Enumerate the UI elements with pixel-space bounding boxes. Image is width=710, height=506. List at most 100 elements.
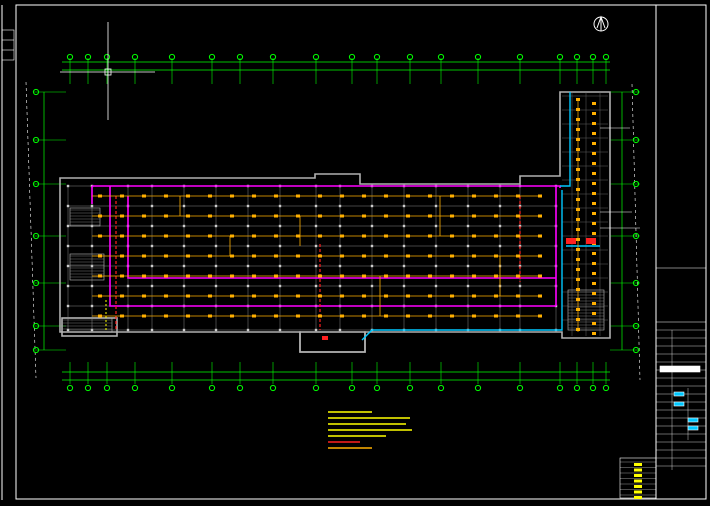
light-fixture [362,194,366,198]
light-fixture [592,142,596,145]
light-fixture [494,234,498,238]
legend-swatch [634,463,642,466]
light-fixture [516,294,520,298]
column-mark [90,304,94,308]
column-mark [182,224,186,228]
light-fixture [362,254,366,258]
light-fixture [406,194,410,198]
column-mark [246,264,250,268]
column-mark [518,284,522,288]
column-mark [402,224,406,228]
column-mark [314,284,318,288]
light-fixture [384,214,388,218]
light-fixture [592,122,596,125]
light-fixture [252,314,256,318]
column-mark [434,264,438,268]
light-fixture [406,254,410,258]
light-fixture [450,294,454,298]
light-fixture [274,294,278,298]
light-fixture [362,274,366,278]
light-fixture [230,294,234,298]
light-fixture [592,182,596,185]
light-fixture [208,194,212,198]
light-fixture [472,194,476,198]
column-mark [466,264,470,268]
column-mark [246,204,250,208]
light-fixture [428,274,432,278]
column-mark [126,328,130,332]
column-mark [402,244,406,248]
light-fixture [384,254,388,258]
light-fixture [516,274,520,278]
light-fixture [164,294,168,298]
light-fixture [230,254,234,258]
light-fixture [208,314,212,318]
light-fixture [98,294,102,298]
light-fixture [428,194,432,198]
light-fixture [428,294,432,298]
light-fixture [186,274,190,278]
column-mark [466,204,470,208]
light-fixture [516,254,520,258]
light-fixture [252,194,256,198]
light-fixture [516,214,520,218]
light-fixture [340,194,344,198]
legend-swatch [634,474,642,477]
light-fixture [296,254,300,258]
light-fixture [538,274,542,278]
light-fixture [120,234,124,238]
column-mark [66,204,70,208]
column-mark [214,264,218,268]
light-fixture [340,254,344,258]
light-fixture [340,274,344,278]
legend-swatch [634,468,642,472]
column-mark [338,328,342,332]
light-fixture [186,234,190,238]
column-mark [66,244,70,248]
light-fixture [592,152,596,155]
column-mark [182,204,186,208]
light-fixture [296,314,300,318]
light-fixture [428,254,432,258]
light-fixture [450,194,454,198]
column-mark [150,224,154,228]
column-mark [150,284,154,288]
light-fixture [592,332,596,335]
light-fixture [450,234,454,238]
light-fixture [538,254,542,258]
column-mark [150,204,154,208]
light-fixture [592,262,596,265]
light-fixture [120,314,124,318]
light-fixture [164,274,168,278]
light-fixture [592,312,596,315]
light-fixture [318,294,322,298]
light-fixture [406,294,410,298]
light-fixture [142,234,146,238]
cyan-stamp-mark [687,425,699,431]
column-mark [66,264,70,268]
light-fixture [592,202,596,205]
light-fixture [142,274,146,278]
column-mark [214,284,218,288]
light-fixture [318,214,322,218]
column-mark [370,284,374,288]
light-fixture [164,314,168,318]
light-fixture [318,194,322,198]
cad-drawing-canvas[interactable] [0,0,710,506]
column-mark [370,204,374,208]
light-fixture [538,314,542,318]
light-fixture [164,214,168,218]
column-mark [182,264,186,268]
light-fixture [142,254,146,258]
light-fixture [516,314,520,318]
light-fixture [494,214,498,218]
column-mark [278,204,282,208]
light-fixture [340,294,344,298]
column-mark [314,244,318,248]
light-fixture [592,252,596,255]
light-fixture [384,314,388,318]
column-mark [182,244,186,248]
light-fixture [230,274,234,278]
light-fixture [164,234,168,238]
light-fixture [274,274,278,278]
